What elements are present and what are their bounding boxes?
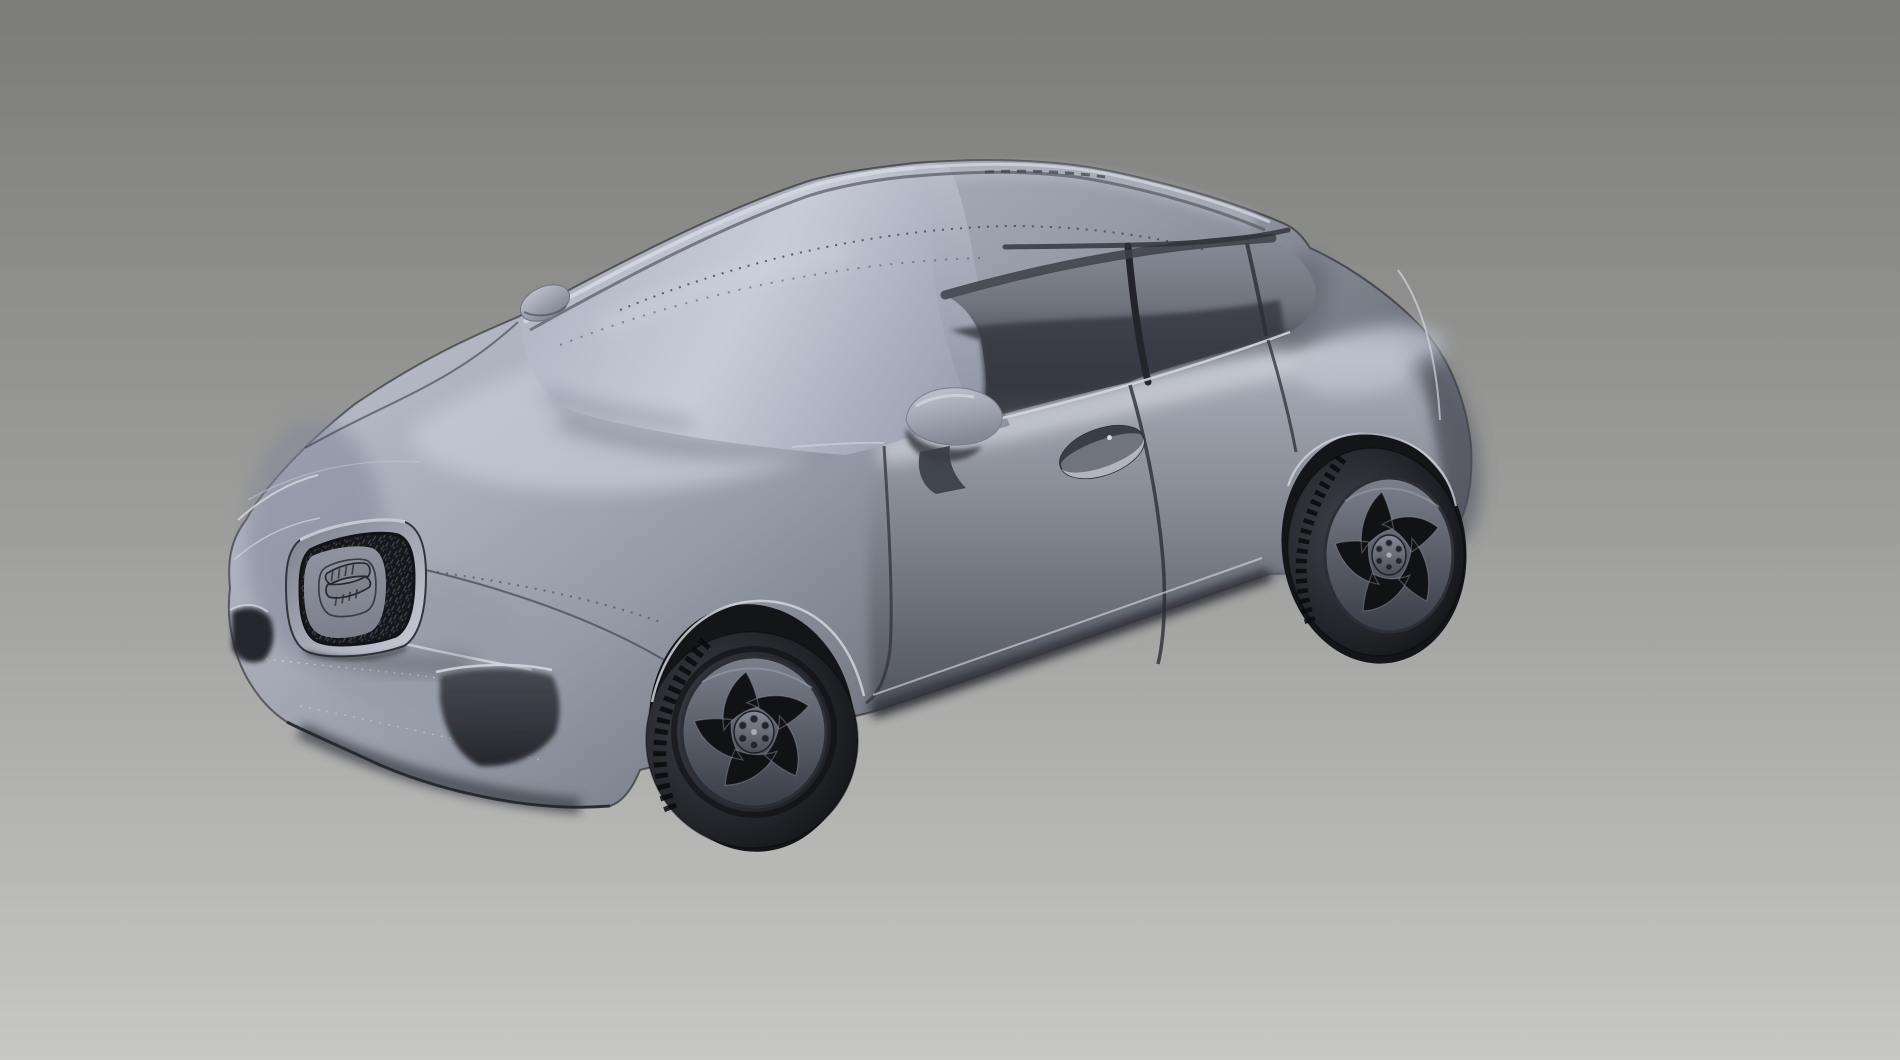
lug-nut bbox=[1376, 546, 1383, 553]
car-model bbox=[229, 160, 1481, 862]
lug-nut bbox=[1396, 558, 1403, 565]
lug-nut bbox=[750, 715, 758, 723]
lug-nut bbox=[739, 735, 747, 743]
front-rim bbox=[681, 656, 827, 808]
render-viewport[interactable]: Monochrome studio-style 3D render of a s… bbox=[0, 0, 1900, 1060]
lug-nut bbox=[750, 741, 758, 749]
front-grille bbox=[286, 520, 426, 658]
lug-nut bbox=[739, 722, 747, 730]
car-render-canvas bbox=[0, 0, 1900, 1060]
hub-center-cap bbox=[1386, 552, 1391, 557]
lug-nut bbox=[1386, 540, 1393, 547]
lug-nut bbox=[762, 735, 770, 743]
lug-nut bbox=[1396, 546, 1403, 553]
rear-rim bbox=[1324, 477, 1454, 633]
hub-center-cap bbox=[751, 729, 757, 735]
lug-nut bbox=[762, 722, 770, 730]
fog-recess bbox=[232, 608, 273, 663]
lug-nut bbox=[1376, 558, 1383, 565]
lug-nut bbox=[1386, 564, 1393, 571]
